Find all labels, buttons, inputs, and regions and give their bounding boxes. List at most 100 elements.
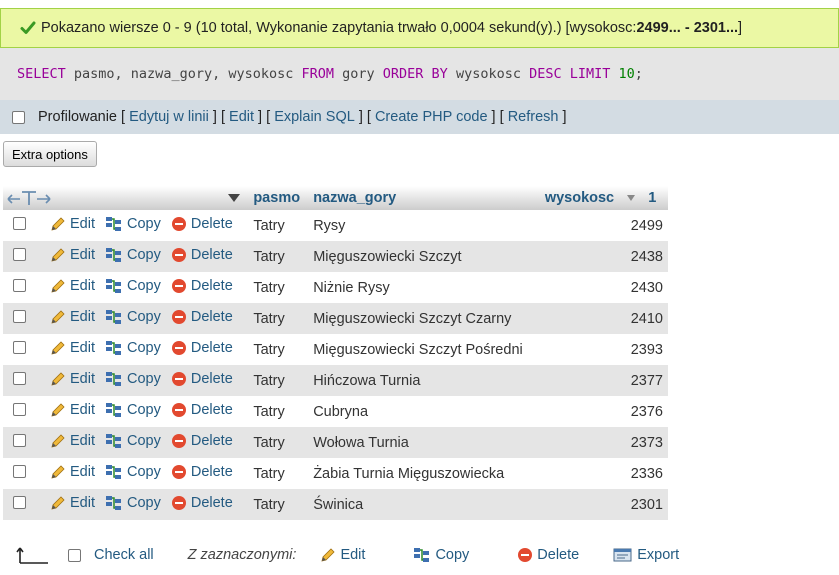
- table-row: Edit Copy Delete Tatry Hińczowa Turnia 2377: [3, 365, 668, 396]
- cell-pasmo: Tatry: [248, 396, 309, 427]
- bulk-edit-button[interactable]: Edit: [320, 547, 365, 563]
- row-edit-button[interactable]: Edit: [50, 402, 95, 418]
- row-checkbox[interactable]: [13, 279, 26, 292]
- row-delete-button[interactable]: Delete: [171, 309, 233, 325]
- row-checkbox-cell: [3, 272, 46, 303]
- extra-options-button[interactable]: Extra options: [3, 141, 97, 167]
- row-checkbox[interactable]: [13, 403, 26, 416]
- copy-icon: [106, 216, 121, 231]
- row-copy-button[interactable]: Copy: [105, 340, 161, 356]
- cell-nazwa-gory: Mięguszowiecki Szczyt: [308, 241, 540, 272]
- row-edit-label: Edit: [70, 277, 95, 294]
- sort-desc-icon: [627, 195, 636, 201]
- row-delete-label: Delete: [190, 401, 233, 418]
- row-edit-label: Edit: [70, 432, 95, 449]
- create-php-code-link[interactable]: Create PHP code: [375, 109, 488, 125]
- row-copy-button[interactable]: Copy: [105, 371, 161, 387]
- edit-sql-link[interactable]: Edit: [229, 109, 254, 125]
- table-row: Edit Copy Delete Tatry Mięguszowiecki Szczyt…: [3, 241, 668, 272]
- row-checkbox[interactable]: [13, 496, 26, 509]
- row-checkbox[interactable]: [13, 217, 26, 230]
- column-header-wysokosc[interactable]: wysokosc 1: [539, 186, 668, 210]
- row-delete-button[interactable]: Delete: [171, 340, 233, 356]
- inline-edit-link[interactable]: Edytuj w linii: [129, 109, 209, 125]
- sql-keyword: DESC: [529, 66, 562, 82]
- row-checkbox-cell: [3, 458, 46, 489]
- row-edit-button[interactable]: Edit: [50, 340, 95, 356]
- delete-icon: [171, 340, 186, 355]
- row-copy-button[interactable]: Copy: [105, 495, 161, 511]
- row-copy-button[interactable]: Copy: [105, 216, 161, 232]
- arrow-left-up-icon: [16, 547, 48, 564]
- checkmark-icon: [20, 21, 36, 34]
- row-delete-button[interactable]: Delete: [171, 464, 233, 480]
- cell-wysokosc: 2336: [539, 458, 668, 489]
- cell-wysokosc: 2377: [539, 365, 668, 396]
- row-actions: Edit Copy Delete: [46, 241, 249, 272]
- delete-icon: [171, 371, 186, 386]
- row-copy-button[interactable]: Copy: [105, 247, 161, 263]
- bulk-copy-button[interactable]: Copy: [413, 547, 469, 563]
- bulk-copy-label: Copy: [435, 547, 470, 563]
- row-edit-button[interactable]: Edit: [50, 371, 95, 387]
- pencil-icon: [51, 340, 65, 355]
- check-all-checkbox[interactable]: [68, 548, 81, 562]
- row-copy-button[interactable]: Copy: [105, 433, 161, 449]
- row-checkbox[interactable]: [13, 341, 26, 354]
- column-header-nazwa-gory[interactable]: nazwa_gory: [308, 186, 540, 210]
- row-delete-button[interactable]: Delete: [171, 371, 233, 387]
- table-row: Edit Copy Delete Tatry Niżnie Rysy 2430: [3, 272, 668, 303]
- row-delete-button[interactable]: Delete: [171, 278, 233, 294]
- dropdown-arrow-icon[interactable]: [227, 193, 241, 203]
- row-copy-button[interactable]: Copy: [105, 464, 161, 480]
- delete-icon: [171, 495, 186, 510]
- row-copy-label: Copy: [127, 246, 161, 263]
- row-copy-label: Copy: [127, 308, 161, 325]
- explain-sql-link[interactable]: Explain SQL: [274, 109, 355, 125]
- row-copy-button[interactable]: Copy: [105, 309, 161, 325]
- table-row: Edit Copy Delete Tatry Mięguszowiecki Szczyt…: [3, 334, 668, 365]
- copy-icon: [106, 247, 121, 262]
- row-copy-label: Copy: [127, 463, 161, 480]
- row-delete-button[interactable]: Delete: [171, 247, 233, 263]
- row-edit-label: Edit: [70, 246, 95, 263]
- row-delete-button[interactable]: Delete: [171, 433, 233, 449]
- row-checkbox[interactable]: [13, 372, 26, 385]
- pencil-icon: [51, 309, 65, 324]
- row-checkbox[interactable]: [13, 434, 26, 447]
- row-checkbox[interactable]: [13, 465, 26, 478]
- row-checkbox[interactable]: [13, 310, 26, 323]
- row-checkbox-cell: [3, 210, 46, 241]
- row-delete-label: Delete: [190, 277, 233, 294]
- row-edit-button[interactable]: Edit: [50, 464, 95, 480]
- row-copy-label: Copy: [127, 215, 161, 232]
- row-delete-button[interactable]: Delete: [171, 495, 233, 511]
- row-copy-button[interactable]: Copy: [105, 278, 161, 294]
- row-delete-button[interactable]: Delete: [171, 216, 233, 232]
- column-resize-icon[interactable]: [6, 189, 62, 207]
- cell-nazwa-gory: Wołowa Turnia: [308, 427, 540, 458]
- copy-icon: [106, 464, 121, 479]
- profiling-checkbox[interactable]: [12, 110, 25, 124]
- check-all-link[interactable]: Check all: [94, 547, 154, 563]
- bulk-export-button[interactable]: Export: [613, 547, 679, 563]
- cell-pasmo: Tatry: [248, 303, 309, 334]
- row-edit-button[interactable]: Edit: [50, 309, 95, 325]
- row-edit-button[interactable]: Edit: [50, 278, 95, 294]
- row-copy-button[interactable]: Copy: [105, 402, 161, 418]
- row-edit-button[interactable]: Edit: [50, 216, 95, 232]
- row-delete-button[interactable]: Delete: [171, 402, 233, 418]
- row-copy-label: Copy: [127, 401, 161, 418]
- row-edit-button[interactable]: Edit: [50, 247, 95, 263]
- row-edit-button[interactable]: Edit: [50, 495, 95, 511]
- row-checkbox[interactable]: [13, 248, 26, 261]
- column-header-label: wysokosc: [544, 190, 615, 206]
- refresh-link[interactable]: Refresh: [508, 109, 559, 125]
- column-header-pasmo[interactable]: pasmo: [248, 186, 309, 210]
- row-checkbox-cell: [3, 396, 46, 427]
- bulk-delete-button[interactable]: Delete: [517, 547, 579, 563]
- column-controls: [3, 186, 249, 210]
- cell-wysokosc: 2373: [539, 427, 668, 458]
- row-edit-button[interactable]: Edit: [50, 433, 95, 449]
